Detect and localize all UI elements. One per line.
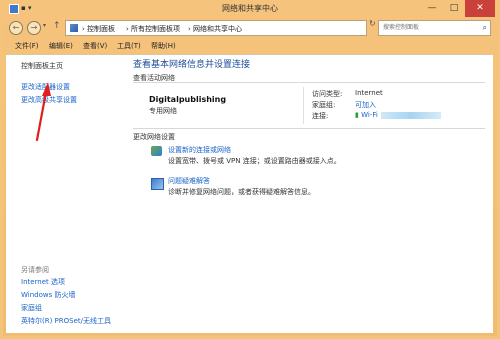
menu-tools[interactable]: 工具(T) [117, 41, 141, 51]
see-also-heading: 另请参阅 [21, 266, 49, 274]
new-connection-icon [151, 146, 162, 156]
page-title: 查看基本网络信息并设置连接 [133, 60, 251, 70]
wifi-connection-link[interactable]: ▮ Wi-Fi [355, 111, 441, 119]
window-border [3, 333, 497, 336]
minimize-button[interactable]: — [421, 0, 443, 17]
address-bar-row: ← → ▾ ↑ › 控制面板 › 所有控制面板项 › 网络和共享中心 ▾ ↻ ⌕ [3, 17, 497, 39]
up-button[interactable]: ↑ [53, 21, 61, 31]
maximize-button[interactable]: □ [443, 0, 465, 17]
setup-new-connection-link[interactable]: 设置新的连接或网络 [168, 145, 231, 155]
access-type-value: Internet [355, 89, 383, 97]
address-box[interactable]: › 控制面板 › 所有控制面板项 › 网络和共享中心 ▾ [65, 20, 411, 36]
menu-view[interactable]: 查看(V) [83, 41, 107, 51]
change-settings-heading: 更改网络设置 [133, 133, 175, 141]
menu-help[interactable]: 帮助(H) [151, 41, 176, 51]
breadcrumb-all-items[interactable]: › 所有控制面板项 [126, 24, 180, 34]
connection-name: Wi-Fi [361, 111, 378, 119]
main-panel: 查看基本网络信息并设置连接 查看活动网络 Digitalpublishing 专… [123, 55, 493, 334]
sidebar: 控制面板主页 更改适配器设置 更改高级共享设置 另请参阅 Internet 选项… [6, 55, 123, 334]
sidebar-item-sharing-settings[interactable]: 更改高级共享设置 [21, 95, 77, 105]
divider [133, 82, 485, 83]
sidebar-item-homegroup[interactable]: 家庭组 [21, 303, 42, 313]
window-frame: ▪ ▾ 网络和共享中心 — □ ✕ ← → ▾ ↑ › 控制面板 › 所有控制面… [3, 0, 497, 336]
troubleshoot-icon [151, 178, 164, 190]
network-name: Digitalpublishing [149, 95, 227, 104]
search-input[interactable] [379, 21, 475, 33]
connection-label: 连接: [312, 112, 329, 120]
divider [303, 87, 304, 124]
back-button[interactable]: ← [9, 21, 23, 35]
content-area: 控制面板主页 更改适配器设置 更改高级共享设置 另请参阅 Internet 选项… [6, 54, 493, 334]
menu-edit[interactable]: 编辑(E) [49, 41, 73, 51]
network-type-link[interactable]: 专用网络 [149, 106, 177, 116]
homegroup-label: 家庭组: [312, 101, 336, 109]
troubleshoot-desc: 诊断并修复网络问题，或者获得疑难解答信息。 [168, 188, 315, 196]
sidebar-item-firewall[interactable]: Windows 防火墙 [21, 290, 75, 300]
setup-new-connection-desc: 设置宽带、拨号或 VPN 连接；或设置路由器或接入点。 [168, 157, 341, 165]
breadcrumb-control-panel[interactable]: › 控制面板 [82, 24, 115, 34]
control-panel-icon [70, 24, 78, 32]
homegroup-link[interactable]: 可加入 [355, 100, 376, 110]
redacted-ssid [380, 111, 441, 119]
sidebar-item-home[interactable]: 控制面板主页 [21, 61, 63, 71]
title-bar: ▪ ▾ 网络和共享中心 — □ ✕ [3, 0, 497, 17]
sidebar-item-proset[interactable]: 英特尔(R) PROSet/无线工具 [21, 316, 111, 326]
troubleshoot-link[interactable]: 问题疑难解答 [168, 176, 210, 186]
menu-file[interactable]: 文件(F) [15, 41, 39, 51]
close-button[interactable]: ✕ [465, 0, 495, 17]
divider [133, 128, 485, 129]
sidebar-item-adapter-settings[interactable]: 更改适配器设置 [21, 82, 70, 92]
search-box[interactable]: ⌕ [378, 20, 491, 36]
access-type-label: 访问类型: [312, 90, 343, 98]
forward-button[interactable]: → [27, 21, 41, 35]
wifi-signal-icon: ▮ [355, 111, 359, 119]
menu-bar: 文件(F) 编辑(E) 查看(V) 工具(T) 帮助(H) [3, 39, 497, 53]
sidebar-item-internet-options[interactable]: Internet 选项 [21, 277, 65, 287]
breadcrumb-network-center[interactable]: › 网络和共享中心 [188, 24, 242, 34]
history-dropdown-icon[interactable]: ▾ [43, 22, 46, 29]
search-icon[interactable]: ⌕ [483, 23, 487, 33]
refresh-icon[interactable]: ↻ [369, 19, 376, 28]
